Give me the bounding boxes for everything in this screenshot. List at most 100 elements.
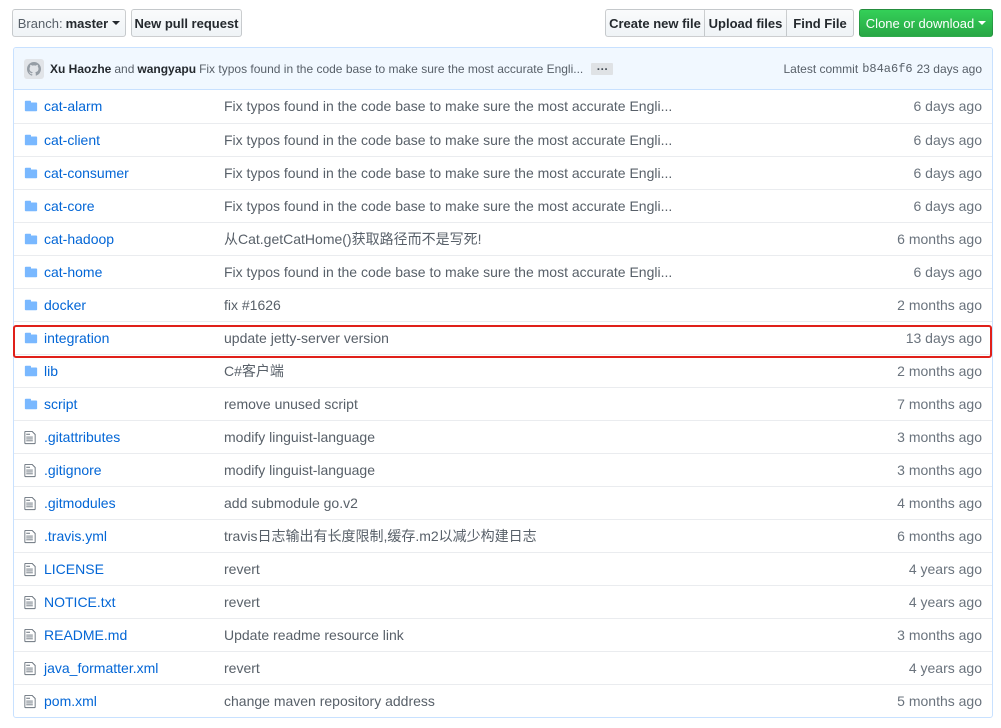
file-row: script remove unused script 7 months ago bbox=[14, 387, 992, 420]
folder-icon bbox=[24, 99, 38, 114]
latest-commit-info: Latest commit b84a6f6 23 days ago bbox=[783, 48, 982, 90]
file-icon bbox=[24, 463, 38, 478]
file-commit-message-link[interactable]: revert bbox=[224, 586, 260, 619]
file-name-link[interactable]: cat-hadoop bbox=[44, 223, 114, 256]
file-name-link[interactable]: NOTICE.txt bbox=[44, 586, 116, 619]
file-commit-message-link[interactable]: revert bbox=[224, 652, 260, 685]
commit-and-text: and bbox=[114, 61, 135, 76]
file-name-link[interactable]: cat-home bbox=[44, 256, 102, 289]
latest-commit-bar: Xu Haozhe and wangyapu Fix typos found i… bbox=[14, 48, 992, 90]
file-name-link[interactable]: .gitmodules bbox=[44, 487, 116, 520]
file-commit-age: 6 days ago bbox=[913, 132, 983, 148]
file-commit-message-link[interactable]: C#客户端 bbox=[224, 355, 284, 388]
file-commit-message-link[interactable]: 从Cat.getCatHome()获取路径而不是写死! bbox=[224, 223, 481, 256]
file-commit-age: 6 days ago bbox=[913, 165, 983, 181]
file-commit-message-link[interactable]: Fix typos found in the code base to make… bbox=[224, 190, 672, 223]
latest-commit-label: Latest commit bbox=[783, 62, 859, 76]
file-row: .gitignore modify linguist-language 3 mont… bbox=[14, 453, 992, 486]
commit-sha-link[interactable]: b84a6f6 bbox=[862, 62, 912, 76]
file-commit-age: 6 months ago bbox=[897, 528, 982, 544]
file-commit-age: 5 months ago bbox=[897, 693, 982, 709]
file-commit-message-link[interactable]: modify linguist-language bbox=[224, 421, 375, 454]
file-name-link[interactable]: script bbox=[44, 388, 77, 421]
file-row: cat-consumer Fix typos found in the code … bbox=[14, 156, 992, 189]
avatar[interactable] bbox=[24, 58, 44, 79]
file-commit-age: 4 months ago bbox=[897, 495, 982, 511]
file-commit-message-link[interactable]: remove unused script bbox=[224, 388, 358, 421]
github-octocat-icon bbox=[27, 61, 41, 76]
file-row: pom.xml change maven repository address 5 … bbox=[14, 684, 992, 717]
file-name-link[interactable]: cat-consumer bbox=[44, 157, 129, 190]
file-commit-message-link[interactable]: Fix typos found in the code base to make… bbox=[224, 256, 672, 289]
file-commit-message-link[interactable]: fix #1626 bbox=[224, 289, 281, 322]
file-row: .gitattributes modify linguist-language 3 … bbox=[14, 420, 992, 453]
file-commit-age: 4 years ago bbox=[908, 594, 982, 610]
repo-toolbar: Branch: master New pull request Create n… bbox=[12, 9, 994, 38]
file-row: cat-hadoop 从Cat.getCatHome()获取路径而不是写死! 6 m… bbox=[14, 222, 992, 255]
file-icon bbox=[24, 595, 38, 610]
file-rows: cat-alarm Fix typos found in the code bas… bbox=[14, 90, 992, 717]
file-commit-message-link[interactable]: update jetty-server version bbox=[224, 322, 389, 355]
folder-icon bbox=[24, 265, 38, 280]
file-name-link[interactable]: cat-client bbox=[44, 124, 100, 157]
commit-coauthor-link[interactable]: wangyapu bbox=[137, 62, 196, 76]
folder-icon bbox=[24, 166, 38, 181]
file-name-link[interactable]: .travis.yml bbox=[44, 520, 107, 553]
file-commit-message-link[interactable]: Fix typos found in the code base to make… bbox=[224, 90, 672, 123]
file-icon bbox=[24, 694, 38, 709]
folder-icon bbox=[24, 364, 38, 379]
file-commit-message-link[interactable]: add submodule go.v2 bbox=[224, 487, 358, 520]
file-commit-message-link[interactable]: change maven repository address bbox=[224, 685, 435, 717]
file-commit-message-link[interactable]: revert bbox=[224, 553, 260, 586]
upload-files-button[interactable]: Upload files bbox=[704, 9, 787, 37]
file-commit-age: 2 months ago bbox=[897, 297, 982, 313]
file-row: lib C#客户端 2 months ago bbox=[14, 354, 992, 387]
file-commit-age: 6 days ago bbox=[913, 264, 983, 280]
file-icon bbox=[24, 628, 38, 643]
file-commit-age: 4 years ago bbox=[908, 561, 982, 577]
file-row: docker fix #1626 2 months ago bbox=[14, 288, 992, 321]
file-commit-message-link[interactable]: travis日志输出有长度限制,缓存.m2以减少构建日志 bbox=[224, 520, 537, 553]
clone-or-download-button[interactable]: Clone or download bbox=[859, 9, 993, 37]
file-name-link[interactable]: lib bbox=[44, 355, 58, 388]
file-name-link[interactable]: .gitattributes bbox=[44, 421, 120, 454]
file-row: cat-core Fix typos found in the code base… bbox=[14, 189, 992, 222]
file-name-link[interactable]: java_formatter.xml bbox=[44, 652, 158, 685]
file-name-link[interactable]: .gitignore bbox=[44, 454, 102, 487]
file-row: .gitmodules add submodule go.v2 4 months a… bbox=[14, 486, 992, 519]
file-commit-age: 3 months ago bbox=[897, 429, 982, 445]
file-name-link[interactable]: docker bbox=[44, 289, 86, 322]
file-name-link[interactable]: README.md bbox=[44, 619, 127, 652]
create-new-file-button[interactable]: Create new file bbox=[605, 9, 705, 37]
commit-author-link[interactable]: Xu Haozhe bbox=[50, 62, 111, 76]
file-row: cat-client Fix typos found in the code ba… bbox=[14, 123, 992, 156]
chevron-down-icon bbox=[978, 21, 987, 25]
new-pull-request-button[interactable]: New pull request bbox=[131, 9, 242, 37]
commit-age: 23 days ago bbox=[916, 62, 982, 76]
expand-commit-button[interactable]: … bbox=[591, 60, 614, 75]
file-commit-age: 6 days ago bbox=[913, 98, 983, 114]
clone-label: Clone or download bbox=[865, 15, 975, 31]
file-name-link[interactable]: cat-core bbox=[44, 190, 95, 223]
file-name-link[interactable]: pom.xml bbox=[44, 685, 97, 717]
branch-select-button[interactable]: Branch: master bbox=[12, 9, 126, 37]
file-commit-age: 7 months ago bbox=[897, 396, 982, 412]
commit-message-link[interactable]: Fix typos found in the code base to make… bbox=[199, 62, 583, 76]
file-commit-message-link[interactable]: Fix typos found in the code base to make… bbox=[224, 157, 672, 190]
file-row: java_formatter.xml revert 4 years ago bbox=[14, 651, 992, 684]
file-commit-message-link[interactable]: Fix typos found in the code base to make… bbox=[224, 124, 672, 157]
find-file-button[interactable]: Find File bbox=[786, 9, 854, 37]
chevron-down-icon bbox=[112, 21, 121, 25]
file-row: README.md Update readme resource link 3 mo… bbox=[14, 618, 992, 651]
file-row: cat-home Fix typos found in the code base… bbox=[14, 255, 992, 288]
file-commit-age: 6 days ago bbox=[913, 198, 983, 214]
file-commit-message-link[interactable]: modify linguist-language bbox=[224, 454, 375, 487]
file-name-link[interactable]: integration bbox=[44, 322, 109, 355]
file-name-link[interactable]: LICENSE bbox=[44, 553, 104, 586]
file-commit-message-link[interactable]: Update readme resource link bbox=[224, 619, 404, 652]
file-name-link[interactable]: cat-alarm bbox=[44, 90, 102, 123]
folder-icon bbox=[24, 298, 38, 313]
folder-icon bbox=[24, 199, 38, 214]
file-row: NOTICE.txt revert 4 years ago bbox=[14, 585, 992, 618]
file-icon bbox=[24, 529, 38, 544]
